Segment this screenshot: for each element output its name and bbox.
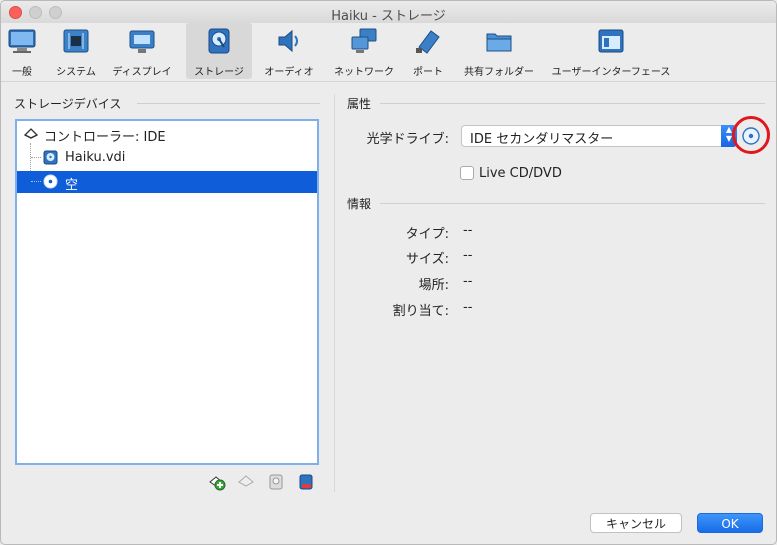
add-controller-button[interactable] [208,473,226,491]
tab-audio[interactable]: オーディオ [260,23,318,79]
folder-icon [484,27,514,55]
tab-system[interactable]: システム [51,23,101,79]
add-controller-icon [209,476,226,491]
remove-controller-button[interactable] [237,473,255,491]
heading-divider [137,103,320,104]
ok-button[interactable]: OK [697,513,763,533]
settings-window: Haiku - ストレージ 一般 システム ディスプレイ ストレージ オーディオ… [0,0,777,545]
tab-display[interactable]: ディスプレイ [109,23,175,79]
add-attachment-icon [269,474,283,490]
tab-shared-folders-label: 共有フォルダー [464,67,534,78]
settings-toolbar: 一般 システム ディスプレイ ストレージ オーディオ ネットワーク ポート 共有… [1,23,776,82]
info-heading: 情報 [347,197,372,211]
tab-storage-label: ストレージ [194,67,244,78]
location-label: 場所: [418,278,449,293]
monitor-icon [7,27,37,55]
attached-to-value: -- [463,300,473,315]
tab-ports[interactable]: ポート [407,23,449,79]
tab-user-interface[interactable]: ユーザーインターフェース [549,23,673,79]
speaker-icon [274,27,304,55]
tab-network[interactable]: ネットワーク [330,23,398,79]
display-icon [127,27,157,55]
network-icon [349,27,379,55]
live-cd-label: Live CD/DVD [479,166,562,181]
optical-drive-value: IDE セカンダリマスター [470,132,614,147]
optical-disc-icon [43,174,58,193]
controller-label: コントローラー: IDE [44,130,166,145]
chip-icon [61,27,91,55]
storage-tree[interactable]: コントローラー: IDE Haiku.vdi 空 [15,119,319,465]
attributes-heading: 属性 [347,97,372,111]
highlight-circle [732,116,770,154]
tab-shared-folders[interactable]: 共有フォルダー [459,23,539,79]
tab-audio-label: オーディオ [264,67,314,78]
tab-ports-label: ポート [413,67,443,78]
tab-system-label: システム [56,67,96,78]
disk-label: Haiku.vdi [65,150,126,165]
optical-drive-label: 光学ドライブ: [366,132,449,147]
tab-storage[interactable]: ストレージ [186,23,252,79]
cancel-button[interactable]: キャンセル [590,513,682,533]
tab-network-label: ネットワーク [334,67,394,78]
window-ui-icon [596,27,626,55]
type-value: -- [463,223,473,238]
remove-attachment-button[interactable] [297,473,315,491]
add-attachment-button[interactable] [267,473,285,491]
remove-attachment-icon [299,474,313,490]
size-value: -- [463,248,473,263]
ide-controller-icon [23,126,39,146]
title-bar: Haiku - ストレージ [1,1,776,24]
live-cd-checkbox[interactable] [460,166,474,180]
heading-divider [380,103,765,104]
tab-general-label: 一般 [12,67,32,78]
tab-general[interactable]: 一般 [3,23,41,79]
attached-to-label: 割り当て: [392,304,449,319]
pane-divider [334,94,335,492]
size-label: サイズ: [406,252,449,267]
window-title: Haiku - ストレージ [331,9,446,24]
tree-item-disk[interactable]: Haiku.vdi [17,147,317,169]
storage-devices-heading: ストレージデバイス [14,97,122,111]
hard-disk-icon [43,150,58,169]
tab-display-label: ディスプレイ [112,67,172,78]
optical-drive-select[interactable]: IDE セカンダリマスター ▲ ▼ [461,125,737,147]
port-plug-icon [413,27,443,55]
type-label: タイプ: [405,227,449,242]
tree-item-optical-empty[interactable]: 空 [17,171,317,193]
remove-controller-icon [238,475,254,487]
tree-item-controller-ide[interactable]: コントローラー: IDE [17,123,317,145]
tab-user-interface-label: ユーザーインターフェース [551,67,671,78]
storage-disk-icon [204,27,234,55]
location-value: -- [463,274,473,289]
tree-connector [31,181,41,182]
optical-label: 空 [65,178,79,193]
heading-divider [380,203,765,204]
